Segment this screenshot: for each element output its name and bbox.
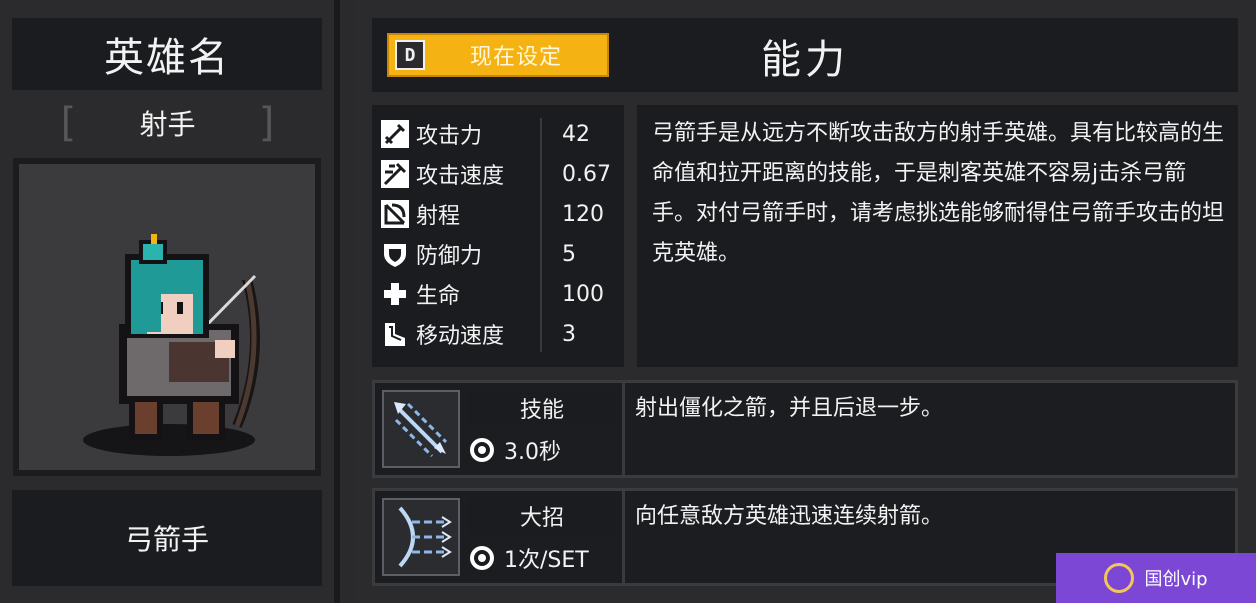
- skill-description: 射出僵化之箭，并且后退一步。: [635, 396, 944, 421]
- set-now-button[interactable]: D 现在设定: [387, 33, 609, 77]
- skill-icon-frame[interactable]: [382, 390, 460, 468]
- stat-row-move-speed: 移动速度 3: [380, 316, 616, 352]
- skill-divider: [622, 383, 625, 475]
- skill-cooldown-row: 3.0秒: [468, 432, 616, 468]
- stat-value: 3: [562, 321, 576, 347]
- ultimate-uses: 1次/SET: [504, 548, 589, 573]
- hero-description: 弓箭手是从远方不断攻击敌方的射手英雄。具有比较高的生命值和拉开距离的技能，于是刺…: [652, 121, 1225, 266]
- skill-title: 技能: [468, 390, 616, 426]
- stat-value: 42: [562, 121, 590, 147]
- frozen-arrow-icon: [384, 392, 458, 466]
- bracket-close-icon: ]: [255, 100, 280, 146]
- d-key-icon: D: [395, 40, 425, 70]
- stat-label: 攻击速度: [416, 164, 505, 189]
- watermark-logo-icon: [1104, 563, 1135, 593]
- sword-icon: [380, 119, 410, 149]
- stat-value: 5: [562, 241, 576, 267]
- stat-row-attack-speed: 攻击速度 0.67: [380, 156, 616, 192]
- attack-speed-icon: [380, 159, 410, 189]
- set-now-label: 现在设定: [469, 45, 562, 70]
- ultimate-icon-frame[interactable]: [382, 498, 460, 576]
- hero-class-name: 弓箭手: [12, 490, 322, 586]
- stat-label: 射程: [416, 204, 461, 229]
- watermark-text: 国创vip: [1144, 569, 1208, 590]
- boot-icon: [380, 319, 410, 349]
- stat-value: 120: [562, 201, 604, 227]
- ultimate-title: 大招: [468, 498, 616, 534]
- ultimate-divider: [622, 491, 625, 583]
- arrow-barrage-icon: [384, 500, 458, 574]
- ultimate-uses-row: 1次/SET: [468, 540, 616, 576]
- bracket-open-icon: [: [55, 100, 80, 146]
- ultimate-description: 向任意敌方英雄迅速连续射箭。: [635, 504, 944, 529]
- stat-value: 0.67: [562, 161, 611, 187]
- stat-label: 生命: [416, 284, 461, 309]
- stat-row-attack: 攻击力 42: [380, 116, 616, 152]
- stat-row-defense: 防御力 5: [380, 236, 616, 272]
- stat-label: 攻击力: [416, 124, 483, 149]
- ability-title: 能力: [761, 37, 849, 83]
- hero-role-label: 射手: [139, 108, 196, 141]
- stat-label: 移动速度: [416, 324, 505, 349]
- hero-name-title: 英雄名: [12, 18, 322, 90]
- stat-value: 100: [562, 281, 604, 307]
- uses-icon: [470, 546, 494, 570]
- hero-portrait: [19, 164, 315, 470]
- stat-label: 防御力: [416, 244, 483, 269]
- stat-row-range: 射程 120: [380, 196, 616, 232]
- stat-row-health: 生命 100: [380, 276, 616, 312]
- archer-sprite-icon: [83, 234, 260, 456]
- health-cross-icon: [380, 279, 410, 309]
- skill-cooldown: 3.0秒: [504, 440, 561, 465]
- watermark: 国创vip: [1056, 553, 1256, 603]
- cooldown-icon: [470, 438, 494, 462]
- hero-portrait-frame: [13, 158, 321, 476]
- shield-icon: [380, 239, 410, 269]
- range-icon: [380, 199, 410, 229]
- role-row: [ 射手 ]: [55, 100, 280, 146]
